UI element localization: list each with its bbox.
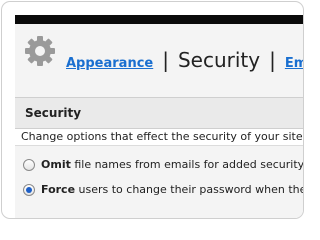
option-omit-filenames[interactable]: Omit file names from emails for added se… <box>23 158 304 171</box>
option-label: users to change their password when they… <box>75 183 304 196</box>
force-password-radio[interactable] <box>23 183 35 196</box>
tab-email[interactable]: Email <box>285 56 303 71</box>
top-bar <box>15 15 303 24</box>
settings-panel: Appearance | Security | Email Security C… <box>15 24 304 218</box>
tab-separator: | <box>269 48 276 72</box>
section-description: Change options that effect the security … <box>21 130 303 143</box>
tab-security[interactable]: Security <box>178 48 260 72</box>
gear-icon <box>25 36 55 66</box>
section-description-row: Change options that effect the security … <box>15 129 303 146</box>
omit-filenames-radio[interactable] <box>23 158 35 171</box>
settings-tabs: Appearance | Security | Email <box>66 48 303 72</box>
option-label: file names from emails for added securit… <box>70 158 304 171</box>
window-frame: Appearance | Security | Email Security C… <box>1 1 304 219</box>
section-header: Security <box>15 97 303 129</box>
option-force-password-change[interactable]: Force users to change their password whe… <box>23 183 304 196</box>
option-keyword: Force <box>41 183 76 196</box>
tab-separator: | <box>162 48 169 72</box>
tab-appearance[interactable]: Appearance <box>66 56 153 71</box>
section-title: Security <box>25 106 82 120</box>
option-keyword: Omit <box>41 158 71 171</box>
